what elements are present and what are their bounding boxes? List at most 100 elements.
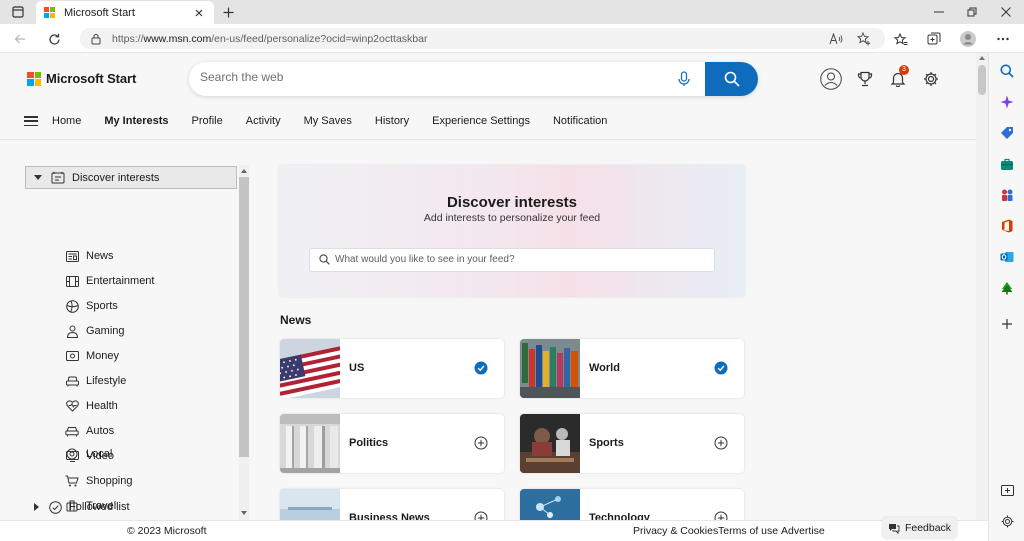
sidebar-settings-gear-icon[interactable] — [998, 512, 1016, 530]
topic-card-business-news[interactable]: Business News — [280, 489, 504, 520]
search-icon — [724, 71, 740, 87]
discover-title: Discover interests — [446, 194, 578, 211]
advertise-link[interactable]: Advertise — [781, 525, 825, 537]
tab-strip: Microsoft Start — [0, 0, 1024, 24]
microsoft-logo-icon — [44, 7, 55, 18]
interest-search-input[interactable] — [335, 254, 705, 265]
checkmark-icon[interactable] — [474, 361, 488, 375]
account-icon[interactable] — [820, 68, 842, 90]
copyright-text: © 2023 Microsoft — [127, 525, 207, 537]
topic-card-us[interactable]: US — [280, 339, 504, 398]
add-plus-icon[interactable] — [714, 511, 728, 520]
topic-card-world[interactable]: World — [520, 339, 744, 398]
nav-notification[interactable]: Notification — [553, 115, 607, 127]
feedback-button[interactable]: Feedback — [882, 517, 957, 539]
minimize-icon[interactable] — [929, 3, 949, 21]
split-screen-icon[interactable] — [998, 481, 1016, 499]
topic-label: Sports — [589, 437, 624, 449]
tab-microsoft-start[interactable]: Microsoft Start — [36, 1, 214, 24]
refresh-icon[interactable] — [44, 29, 64, 49]
discover-interests-card: Discover interests Add interests to pers… — [279, 165, 745, 297]
nav-profile[interactable]: Profile — [192, 115, 223, 127]
page-scroll-thumb[interactable] — [978, 65, 986, 95]
check-circle-icon — [48, 500, 62, 514]
nav-activity[interactable]: Activity — [246, 115, 281, 127]
msn-page: Microsoft Start 3 Home My Interests Prof… — [0, 53, 976, 520]
hamburger-menu-icon[interactable] — [24, 115, 38, 127]
favorites-icon[interactable] — [891, 29, 911, 49]
settings-gear-icon[interactable] — [920, 68, 942, 90]
read-aloud-icon[interactable] — [828, 31, 844, 47]
nav-experience-settings[interactable]: Experience Settings — [432, 115, 530, 127]
new-tab-icon[interactable] — [219, 3, 237, 21]
checkmark-icon[interactable] — [714, 361, 728, 375]
restore-icon[interactable] — [962, 3, 982, 21]
terms-of-use-link[interactable]: Terms of use — [718, 525, 778, 537]
edge-sidebar — [988, 53, 1024, 541]
profile-avatar-icon[interactable] — [958, 29, 978, 49]
add-favorite-icon[interactable] — [856, 31, 872, 47]
brand[interactable]: Microsoft Start — [27, 71, 136, 86]
search-button[interactable] — [705, 62, 758, 96]
tab-title: Microsoft Start — [64, 6, 135, 19]
topic-card-politics[interactable]: Politics — [280, 414, 504, 473]
lock-icon[interactable] — [90, 33, 102, 45]
nav-history[interactable]: History — [375, 115, 409, 127]
topic-card-sports[interactable]: Sports — [520, 414, 744, 473]
copilot-sparkle-icon[interactable] — [998, 93, 1016, 111]
page-scrollbar[interactable] — [976, 53, 988, 541]
world-flags-thumbnail — [520, 339, 580, 398]
columns-thumbnail — [280, 414, 340, 473]
drop-tree-icon[interactable] — [998, 279, 1016, 297]
nav-home[interactable]: Home — [52, 115, 81, 127]
tools-briefcase-icon[interactable] — [998, 155, 1016, 173]
office-icon[interactable] — [998, 217, 1016, 235]
feedback-icon — [888, 523, 900, 534]
more-options-icon[interactable] — [993, 29, 1013, 49]
nav-my-interests[interactable]: My Interests — [104, 115, 168, 127]
page-footer: © 2023 Microsoft Privacy & Cookies Terms… — [0, 520, 988, 541]
business-thumbnail — [280, 489, 340, 520]
close-tab-icon[interactable] — [192, 6, 206, 20]
microphone-icon[interactable] — [676, 71, 692, 87]
tree-item-followed-list[interactable]: Followed list — [34, 499, 130, 515]
notification-count-badge: 3 — [899, 65, 909, 75]
tab-actions-icon[interactable] — [9, 3, 27, 21]
sports-thumbnail — [520, 414, 580, 473]
close-window-icon[interactable] — [996, 3, 1016, 21]
feedback-label: Feedback — [904, 522, 952, 534]
top-nav: Home My Interests Profile Activity My Sa… — [24, 113, 630, 129]
privacy-cookies-link[interactable]: Privacy & Cookies — [633, 525, 718, 537]
header-divider — [0, 139, 976, 140]
sidebar-search-icon[interactable] — [998, 62, 1016, 80]
add-plus-icon[interactable] — [474, 511, 488, 520]
topic-label: US — [349, 362, 365, 374]
outlook-icon[interactable] — [998, 248, 1016, 266]
address-bar[interactable]: https://www.msn.com/en-us/feed/personali… — [80, 28, 885, 49]
collections-icon[interactable] — [924, 29, 944, 49]
news-section-title: News — [280, 313, 312, 327]
rewards-trophy-icon[interactable] — [854, 68, 876, 90]
scroll-up-arrow-icon[interactable] — [979, 56, 985, 60]
microsoft-logo-icon — [27, 71, 41, 86]
tree-item-local[interactable]: Local — [65, 446, 112, 462]
technology-thumbnail — [520, 489, 580, 520]
search-icon — [319, 254, 331, 266]
web-search-box — [189, 62, 758, 96]
games-chess-icon[interactable] — [998, 186, 1016, 204]
shopping-tag-icon[interactable] — [998, 124, 1016, 142]
topic-label: Business News — [349, 512, 430, 520]
topic-card-technology[interactable]: Technology — [520, 489, 744, 520]
add-plus-icon[interactable] — [714, 436, 728, 450]
expand-arrow-icon[interactable] — [34, 503, 39, 511]
location-pin-icon — [65, 447, 79, 461]
notifications-bell-icon[interactable]: 3 — [887, 65, 909, 90]
topic-label: Politics — [349, 437, 389, 449]
url-text: https://www.msn.com/en-us/feed/personali… — [112, 32, 428, 45]
discover-subtitle: Add interests to personalize your feed — [423, 212, 601, 224]
nav-my-saves[interactable]: My Saves — [304, 115, 352, 127]
search-input[interactable] — [200, 70, 660, 84]
back-icon[interactable] — [10, 29, 30, 49]
add-plus-icon[interactable] — [474, 436, 488, 450]
add-sidebar-app-icon[interactable] — [998, 315, 1016, 333]
